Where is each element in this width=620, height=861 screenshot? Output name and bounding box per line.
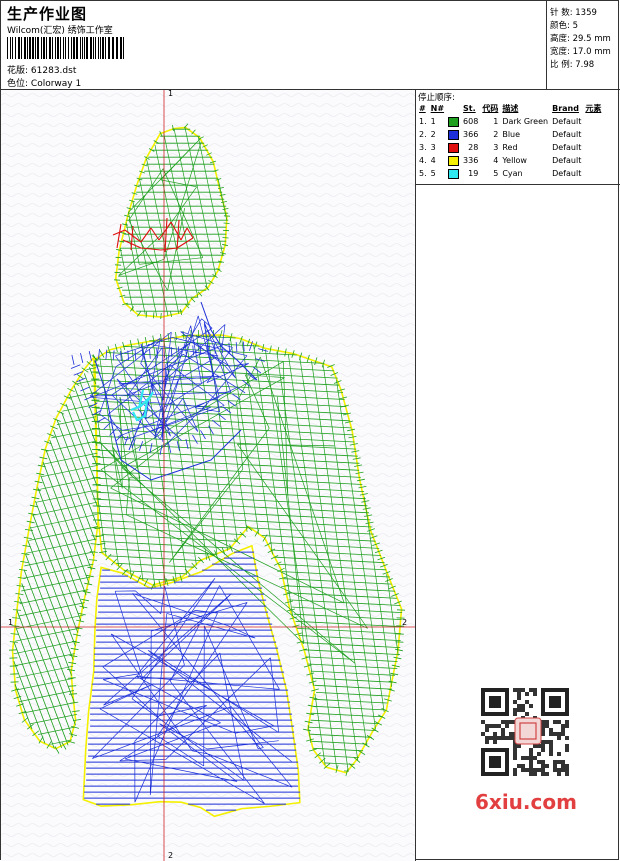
row-swatch <box>446 128 461 141</box>
color-swatch <box>448 142 460 153</box>
row-element <box>583 167 603 180</box>
stop-sequence-panel: 停止顺序: # N# St. 代码 描述 Brand 元素 1. 1 608 1 Dar… <box>416 90 620 185</box>
table-row: 3. 3 28 3 Red Default <box>417 141 603 154</box>
col-element: 元素 <box>585 104 602 113</box>
table-header-row: # N# St. 代码 描述 Brand 元素 <box>417 102 603 115</box>
stitch-count: 针 数: 1359 <box>550 8 597 18</box>
row-needle: 3 <box>430 143 436 152</box>
design-width: 宽度: 17.0 mm <box>550 47 611 57</box>
table-row: 4. 4 336 4 Yellow Default <box>417 154 603 167</box>
barcode <box>7 37 124 59</box>
col-code: 代码 <box>482 104 499 113</box>
row-needle: 4 <box>430 156 436 165</box>
row-index: 3. <box>419 143 427 152</box>
row-element <box>583 154 603 167</box>
row-swatch <box>446 141 461 154</box>
row-description: Yellow <box>502 156 527 165</box>
stop-sequence-table: # N# St. 代码 描述 Brand 元素 1. 1 608 1 Dark Gree… <box>417 102 603 180</box>
row-element <box>583 128 603 141</box>
row-element <box>583 115 603 128</box>
row-index: 4. <box>419 156 427 165</box>
design-file-value: 61283.dst <box>30 66 77 76</box>
color-swatch <box>448 116 460 127</box>
table-row: 1. 1 608 1 Dark Green Default <box>417 115 603 128</box>
col-swatch <box>446 102 461 115</box>
row-element <box>583 141 603 154</box>
table-row: 5. 5 19 5 Cyan Default <box>417 167 603 180</box>
row-brand: Default <box>552 143 582 152</box>
col-description: 描述 <box>502 104 519 113</box>
axis-right-label: 2 <box>402 618 407 627</box>
qr-code <box>471 682 587 786</box>
color-swatch <box>448 155 460 166</box>
row-index: 5. <box>419 169 427 178</box>
row-stitches: 19 <box>468 169 479 178</box>
color-count: 颜色: 5 <box>550 21 578 31</box>
color-swatch <box>448 168 460 179</box>
row-needle: 2 <box>430 130 436 139</box>
axis-bottom-label: 2 <box>168 851 173 860</box>
row-needle: 1 <box>430 117 436 126</box>
row-code: 3 <box>493 143 499 152</box>
company-name: Wilcom(汇宏) 绣饰工作室 <box>7 26 113 36</box>
site-watermark: 6xiu.com <box>475 790 577 814</box>
col-brand: Brand <box>552 104 579 113</box>
row-description: Dark Green <box>502 117 549 126</box>
row-index: 2. <box>419 130 427 139</box>
row-stitches: 28 <box>468 143 479 152</box>
row-brand: Default <box>552 130 582 139</box>
axis-top-label: 1 <box>168 90 173 98</box>
row-index: 1. <box>419 117 427 126</box>
row-brand: Default <box>552 117 582 126</box>
row-code: 5 <box>493 169 499 178</box>
row-code: 1 <box>493 117 499 126</box>
stats-panel: 针 数: 1359 颜色: 5 高度: 29.5 mm 宽度: 17.0 mm … <box>546 1 620 89</box>
row-needle: 5 <box>430 169 436 178</box>
row-stitches: 336 <box>463 156 479 165</box>
design-file-label: 花版: <box>7 66 29 76</box>
colorway-label: 色位: <box>7 79 29 89</box>
col-stitches: St. <box>463 104 476 113</box>
row-swatch <box>446 115 461 128</box>
scale-ratio: 比 例: 7.98 <box>550 60 595 70</box>
sheet-header: 生产作业图 Wilcom(汇宏) 绣饰工作室 花版: 61283.dst 色位:… <box>1 1 620 90</box>
colorway-value: Colorway 1 <box>30 79 82 89</box>
row-code: 4 <box>493 156 499 165</box>
table-row: 2. 2 366 2 Blue Default <box>417 128 603 141</box>
row-stitches: 366 <box>463 130 479 139</box>
col-index: # <box>419 104 426 113</box>
design-height: 高度: 29.5 mm <box>550 34 611 44</box>
axis-left-label: 1 <box>8 618 13 627</box>
row-description: Cyan <box>502 169 523 178</box>
design-canvas[interactable]: 1 2 1 2 <box>1 90 416 861</box>
row-brand: Default <box>552 156 582 165</box>
production-sheet: 生产作业图 Wilcom(汇宏) 绣饰工作室 花版: 61283.dst 色位:… <box>0 0 620 861</box>
row-description: Blue <box>502 130 521 139</box>
col-needle: N# <box>430 104 445 113</box>
colorway-line: 色位: Colorway 1 <box>7 76 81 89</box>
row-description: Red <box>502 143 518 152</box>
design-file-line: 花版: 61283.dst <box>7 63 76 76</box>
sheet-title: 生产作业图 <box>7 5 88 23</box>
row-swatch <box>446 154 461 167</box>
embroidery-preview: 1 2 1 2 <box>1 90 415 861</box>
color-swatch <box>448 129 460 140</box>
row-brand: Default <box>552 169 582 178</box>
row-swatch <box>446 167 461 180</box>
row-stitches: 608 <box>463 117 479 126</box>
row-code: 2 <box>493 130 499 139</box>
